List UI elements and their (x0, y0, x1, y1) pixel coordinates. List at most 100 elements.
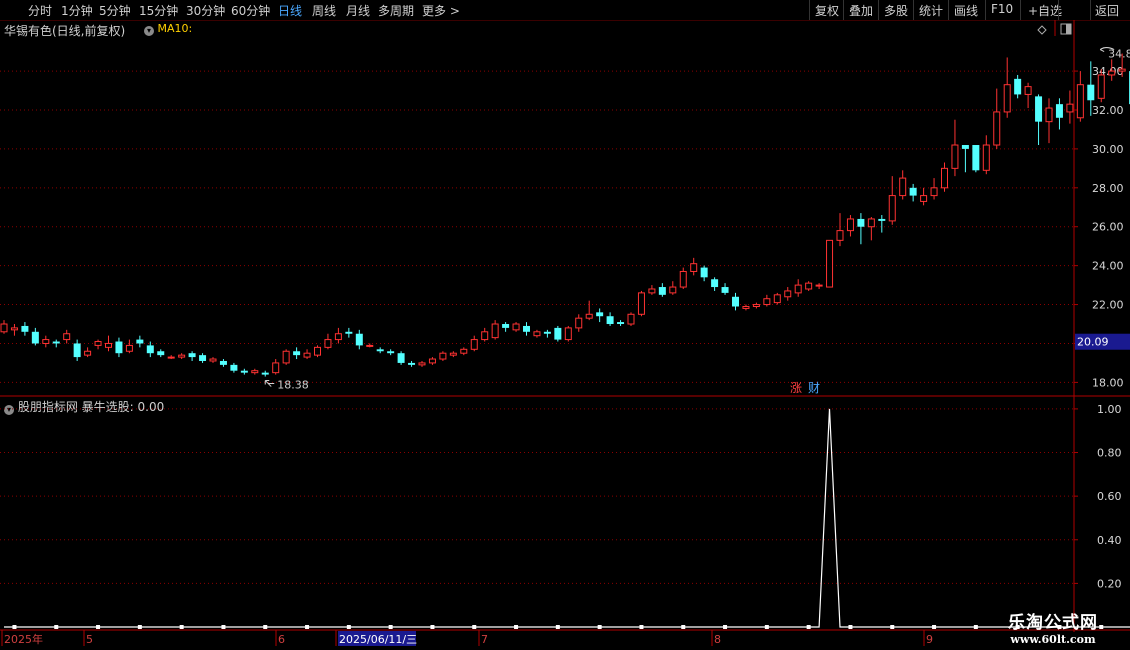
candle-body (502, 324, 510, 328)
candle-body (951, 144, 959, 169)
stock-chart[interactable]: 18.0020.0022.0024.0026.0028.0030.0032.00… (0, 0, 1130, 650)
low-arrow (264, 380, 275, 387)
candle-body (1035, 96, 1043, 122)
candle-body (1003, 84, 1011, 113)
signal-line (4, 408, 1130, 628)
candle-body (982, 144, 990, 171)
low-label: 18.38 (277, 379, 309, 392)
x-tick-label: 2025/06/11/三 (339, 633, 417, 646)
candle-body (512, 323, 520, 331)
indicator-tick-label: 0.40 (1097, 534, 1122, 547)
candle-body (690, 263, 698, 272)
signal-marker (137, 625, 142, 629)
candle-body (564, 327, 572, 341)
candle-body (314, 346, 321, 356)
x-tick-label: 2025年 (4, 632, 43, 646)
candle-body (199, 355, 207, 361)
candle-body (941, 167, 948, 189)
candle-body (449, 352, 457, 356)
price-tick-label: 18.00 (1092, 376, 1124, 389)
signal-marker (305, 625, 310, 629)
watermark: 乐淘公式网 www.60lt.com (998, 608, 1108, 646)
candle-body (52, 341, 60, 344)
candle-body (721, 287, 729, 293)
signal-marker (263, 625, 268, 629)
candle-body (763, 298, 771, 306)
signal-marker (639, 625, 644, 629)
candle-body (345, 331, 353, 334)
candle-body (627, 313, 635, 325)
candle-body (84, 350, 92, 356)
candle-body (794, 284, 802, 294)
candle-body (470, 339, 478, 350)
candle-body (784, 290, 792, 298)
candle-body (648, 288, 656, 294)
candle-body (428, 358, 436, 364)
candle-body (115, 341, 123, 354)
signal-marker (890, 625, 895, 629)
candle-body (1066, 103, 1074, 113)
candle-body (355, 333, 363, 346)
candle-body (136, 339, 144, 344)
candle-body (658, 287, 666, 295)
candle-body (21, 325, 29, 332)
candle-body (930, 187, 938, 197)
candle-body (491, 323, 499, 339)
signal-marker (472, 625, 477, 629)
signal-marker (681, 625, 686, 629)
candle-body (742, 306, 750, 309)
candle-body (867, 218, 875, 228)
candle-body (805, 282, 813, 290)
candle-body (439, 352, 447, 360)
candle-body (460, 348, 468, 354)
candle-body (1118, 68, 1126, 72)
candle-body (209, 358, 217, 362)
candle-body (523, 325, 530, 332)
candle-body (857, 218, 865, 227)
price-tick-label: 30.00 (1092, 143, 1124, 156)
candle-body (167, 356, 175, 359)
signal-marker (932, 625, 937, 629)
price-tick-label: 32.00 (1092, 104, 1124, 117)
signal-marker (806, 625, 811, 629)
badge-zhang: 涨 (790, 380, 802, 395)
candle-body (324, 339, 332, 348)
price-tick-label: 24.00 (1092, 260, 1124, 273)
candle-body (669, 286, 677, 294)
signal-marker (388, 625, 393, 629)
candle-body (1014, 78, 1022, 95)
signal-marker (848, 625, 853, 629)
candle-body (219, 360, 227, 365)
candle-body (146, 345, 154, 354)
candle-body (293, 351, 301, 356)
candle-body (31, 331, 39, 344)
price-tick-label: 26.00 (1092, 221, 1124, 234)
x-tick-label: 6 (278, 633, 285, 646)
candle-body (261, 372, 269, 375)
candle-body (909, 187, 917, 196)
candle-body (606, 316, 614, 325)
candle-body (637, 292, 645, 315)
candle-body (157, 351, 165, 356)
candle-body (240, 370, 248, 373)
signal-marker (764, 625, 769, 629)
candle-body (1024, 86, 1032, 95)
candle-body (42, 339, 50, 344)
candle-body (418, 362, 426, 366)
candle-body (251, 370, 259, 374)
candle-body (1097, 74, 1105, 99)
candle-body (826, 239, 834, 288)
candle-body (846, 218, 854, 232)
indicator-tick-label: 1.00 (1097, 403, 1122, 416)
high-label: 34.86 (1108, 48, 1130, 61)
candle-body (10, 327, 18, 331)
candle-body (961, 145, 969, 149)
candle-body (878, 218, 886, 221)
candle-body (125, 344, 133, 352)
indicator-tick-label: 0.80 (1097, 447, 1122, 460)
candle-body (732, 296, 739, 307)
candle-body (366, 344, 374, 347)
price-tick-label: 34.00 (1092, 65, 1124, 78)
candle-body (1108, 70, 1116, 76)
candle-body (188, 353, 196, 358)
